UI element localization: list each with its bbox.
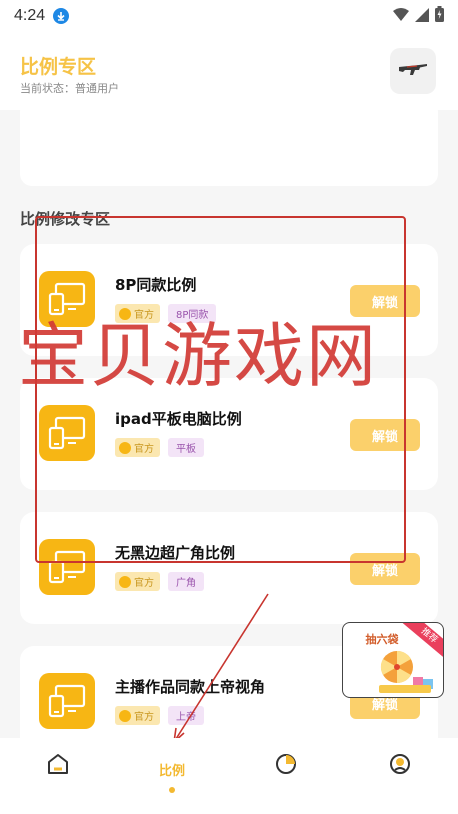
item-tags: 官方 平板 (115, 438, 204, 457)
unlock-button[interactable]: 解锁 (350, 285, 420, 317)
status-time: 4:24 (14, 7, 46, 24)
rifle-icon (397, 59, 429, 83)
item-tags: 官方 上帝 (115, 706, 204, 725)
item-name: 主播作品同款上帝视角 (115, 678, 266, 696)
weapon-button[interactable] (390, 48, 436, 94)
tab-ratio[interactable]: 比例 (142, 752, 202, 808)
page-title: 比例专区 (20, 56, 97, 78)
monitor-icon (39, 405, 95, 461)
official-tag: 官方 (115, 706, 160, 725)
signal-icon (415, 7, 429, 26)
profile-icon (388, 752, 412, 780)
item-name: 8P同款比例 (115, 276, 197, 294)
unlock-button[interactable]: 解锁 (350, 419, 420, 451)
coin-icon (119, 575, 131, 588)
item-name: ipad平板电脑比例 (115, 410, 242, 428)
ratio-item[interactable]: 无黑边超广角比例 官方 广角 解锁 (20, 512, 438, 624)
tab-ratio-label: 比例 (158, 764, 185, 779)
ratio-item[interactable]: ipad平板电脑比例 官方 平板 解锁 (20, 378, 438, 490)
promo-widget[interactable]: 抽六袋 推荐 (342, 622, 444, 698)
page-header: 比例专区 当前状态：普通用户 (0, 32, 458, 110)
tab-home[interactable] (28, 752, 88, 808)
monitor-icon (39, 673, 95, 729)
tab-profile[interactable] (370, 752, 430, 808)
category-tag: 上帝 (168, 706, 204, 725)
pie-chart-icon (274, 752, 298, 780)
unlock-button[interactable]: 解锁 (350, 553, 420, 585)
user-status-label: 当前状态：普通用户 (20, 82, 119, 95)
battery-icon (435, 6, 444, 26)
coin-icon (119, 441, 131, 454)
coin-icon (119, 709, 131, 722)
item-tags: 官方 8P同款 (115, 304, 217, 323)
category-tag: 广角 (168, 572, 204, 591)
top-card (20, 110, 438, 186)
lucky-wheel-icon (379, 650, 433, 693)
bottom-tab-bar: 比例 (0, 738, 458, 814)
status-bar: 4:24 (0, 0, 458, 32)
home-icon (46, 752, 70, 780)
active-indicator (169, 787, 175, 793)
promo-title: 抽六袋 (365, 633, 399, 646)
official-tag: 官方 (115, 572, 160, 591)
official-tag: 官方 (115, 304, 160, 323)
item-name: 无黑边超广角比例 (115, 544, 236, 562)
wifi-icon (393, 7, 409, 26)
ratio-item[interactable]: 8P同款比例 官方 8P同款 解锁 (20, 244, 438, 356)
download-icon (53, 8, 70, 24)
category-tag: 平板 (168, 438, 204, 457)
official-tag: 官方 (115, 438, 160, 457)
item-tags: 官方 广角 (115, 572, 204, 591)
coin-icon (119, 307, 131, 320)
monitor-icon (39, 271, 95, 327)
category-tag: 8P同款 (168, 304, 217, 323)
tab-stats[interactable] (256, 752, 316, 808)
section-title: 比例修改专区 (20, 210, 111, 228)
monitor-icon (39, 539, 95, 595)
